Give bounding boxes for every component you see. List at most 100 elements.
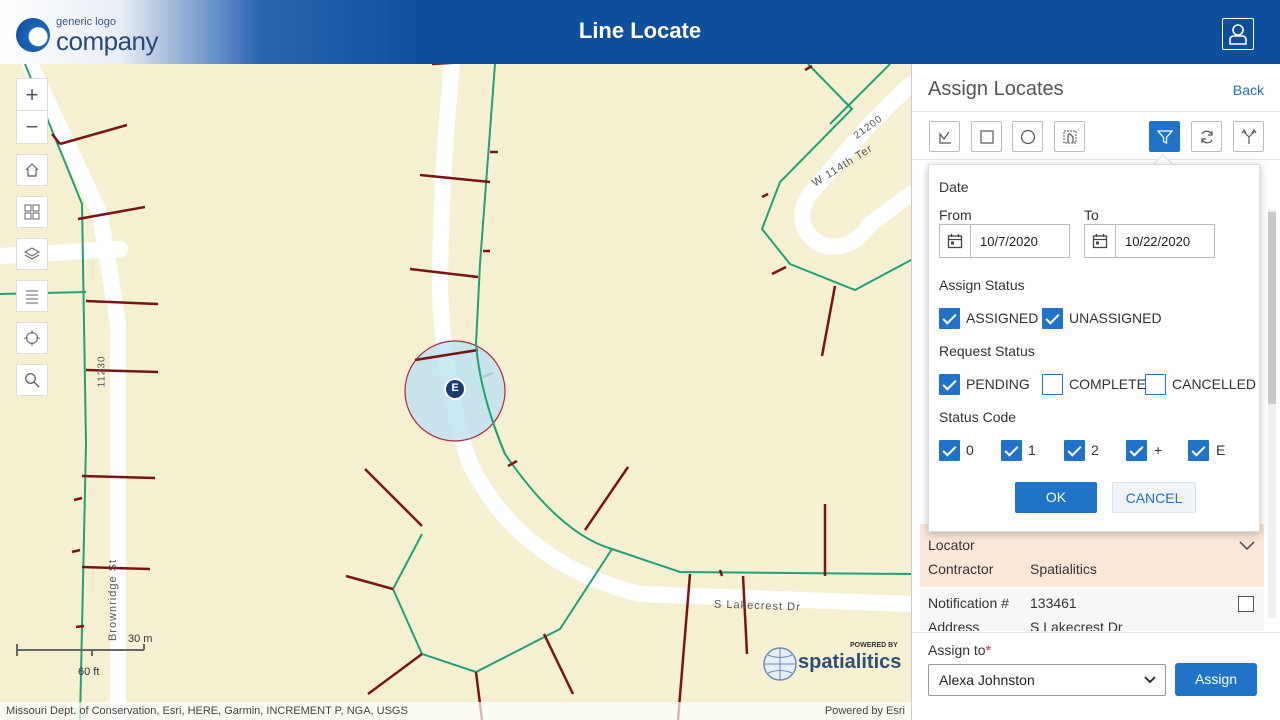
assigned-label[interactable]: ASSIGNED <box>966 310 1038 326</box>
notification-value: 133461 <box>1030 595 1077 611</box>
status-code-1-checkbox[interactable] <box>1001 440 1022 461</box>
rectangle-icon <box>979 129 994 144</box>
status-code-plus-label[interactable]: + <box>1154 442 1162 458</box>
map-search-button[interactable] <box>16 364 48 396</box>
to-date-value: 10/22/2020 <box>1125 234 1191 249</box>
calendar-icon[interactable] <box>1085 225 1116 257</box>
chevron-down-icon[interactable] <box>1238 540 1256 552</box>
list-scrollbar[interactable] <box>1264 198 1278 628</box>
contractor-label: Contractor <box>928 561 994 577</box>
selection-toolbar <box>912 112 1280 160</box>
legend-button[interactable] <box>16 280 48 312</box>
attribution-sources: Missouri Dept. of Conservation, Esri, HE… <box>6 705 408 717</box>
status-code-2-label[interactable]: 2 <box>1091 442 1099 458</box>
complete-label[interactable]: COMPLETE <box>1069 376 1146 392</box>
address-label-11230: 11230 <box>96 355 108 388</box>
filter-button[interactable] <box>1149 121 1180 152</box>
locate-list-item[interactable]: Notification # 133461 Address S Lakecres… <box>920 589 1264 631</box>
basemap-gallery-button[interactable] <box>16 196 48 228</box>
attribution-esri[interactable]: Powered by Esri <box>825 705 905 717</box>
assign-button[interactable]: Assign <box>1175 663 1257 696</box>
calendar-icon[interactable] <box>940 225 971 257</box>
search-icon <box>25 373 40 388</box>
assignee-value: Alexa Johnston <box>939 672 1035 688</box>
assign-to-text: Assign to <box>928 642 986 658</box>
cancelled-label[interactable]: CANCELLED <box>1172 376 1256 392</box>
layers-icon <box>24 247 40 260</box>
cancelled-checkbox[interactable] <box>1145 374 1166 395</box>
status-code-0-label[interactable]: 0 <box>966 442 974 458</box>
complete-checkbox[interactable] <box>1042 374 1063 395</box>
select-checkbox[interactable] <box>1238 596 1254 612</box>
status-code-2-checkbox[interactable] <box>1064 440 1085 461</box>
from-label: From <box>939 207 972 223</box>
home-icon <box>25 163 39 177</box>
address-label: Address <box>928 619 980 631</box>
map-attribution: Missouri Dept. of Conservation, Esri, HE… <box>0 702 911 720</box>
from-date-value: 10/7/2020 <box>980 234 1038 249</box>
to-label: To <box>1084 207 1099 223</box>
user-icon <box>1229 24 1247 45</box>
home-button[interactable] <box>16 154 48 186</box>
status-code-heading: Status Code <box>939 409 1017 425</box>
cancel-button[interactable]: CANCEL <box>1112 482 1196 513</box>
locate-card[interactable]: Locator Contractor Spatialitics <box>920 524 1264 587</box>
filter-popup: Date From To 10/7/2020 10/22/2020 Assign… <box>928 164 1260 532</box>
page-title: Line Locate <box>578 18 702 43</box>
chevron-down-icon <box>1144 676 1156 684</box>
unassigned-label[interactable]: UNASSIGNED <box>1069 310 1162 326</box>
pending-checkbox[interactable] <box>939 374 960 395</box>
map-marker-label[interactable]: E <box>449 382 461 394</box>
ok-button[interactable]: OK <box>1015 482 1097 513</box>
locate-me-button[interactable] <box>16 322 48 354</box>
filter-icon <box>1156 129 1173 144</box>
scale-label-imperial: 60 ft <box>78 666 100 678</box>
notification-label: Notification # <box>928 595 1009 611</box>
zoom-out-button[interactable]: − <box>17 111 47 143</box>
crosshair-icon <box>24 330 40 346</box>
assign-footer: Assign to* Alexa Johnston Assign <box>912 632 1280 720</box>
lasso-hand-icon <box>1063 130 1076 143</box>
required-marker: * <box>985 642 992 658</box>
select-polyline-button[interactable] <box>929 121 960 152</box>
scale-bar: 30 m 60 ft <box>16 624 156 684</box>
trace-button[interactable] <box>1233 121 1264 152</box>
powered-by-small: POWERED BY <box>850 642 898 649</box>
status-code-plus-checkbox[interactable] <box>1126 440 1147 461</box>
globe-logo-icon <box>763 647 797 681</box>
panel-header: Assign Locates Back <box>912 64 1280 112</box>
map-view[interactable]: E S Lakecrest Dr W 114th Ter Brownridge … <box>0 64 911 720</box>
pending-label[interactable]: PENDING <box>966 376 1030 392</box>
request-status-heading: Request Status <box>939 343 1035 359</box>
user-account-button[interactable] <box>1222 18 1254 50</box>
basemap-icon <box>24 204 40 220</box>
polyline-select-icon <box>938 131 951 144</box>
fork-icon <box>1241 128 1256 144</box>
locator-label: Locator <box>928 537 975 553</box>
app-header: generic logo company Line Locate <box>0 0 1280 64</box>
unassigned-checkbox[interactable] <box>1042 308 1063 329</box>
road-114th <box>794 76 911 255</box>
status-code-0-checkbox[interactable] <box>939 440 960 461</box>
circle-icon <box>1020 129 1035 144</box>
status-code-1-label[interactable]: 1 <box>1028 442 1036 458</box>
refresh-button[interactable] <box>1191 121 1222 152</box>
assignee-select[interactable]: Alexa Johnston <box>928 664 1166 696</box>
status-code-e-checkbox[interactable] <box>1188 440 1209 461</box>
panel-title: Assign Locates <box>928 78 1064 100</box>
zoom-in-button[interactable]: + <box>17 79 47 111</box>
assign-to-label: Assign to* <box>928 642 991 658</box>
to-date-field[interactable]: 10/22/2020 <box>1084 224 1215 258</box>
address-value: S Lakecrest Dr <box>1030 619 1123 631</box>
select-rectangle-button[interactable] <box>971 121 1002 152</box>
layers-button[interactable] <box>16 238 48 270</box>
scroll-thumb[interactable] <box>1268 212 1276 404</box>
list-icon <box>26 290 38 304</box>
status-code-e-label[interactable]: E <box>1216 442 1225 458</box>
from-date-field[interactable]: 10/7/2020 <box>939 224 1070 258</box>
assigned-checkbox[interactable] <box>939 308 960 329</box>
select-circle-button[interactable] <box>1012 121 1043 152</box>
back-link[interactable]: Back <box>1233 82 1264 98</box>
select-lasso-button[interactable] <box>1054 121 1085 152</box>
zoom-controls: + − <box>16 78 48 144</box>
